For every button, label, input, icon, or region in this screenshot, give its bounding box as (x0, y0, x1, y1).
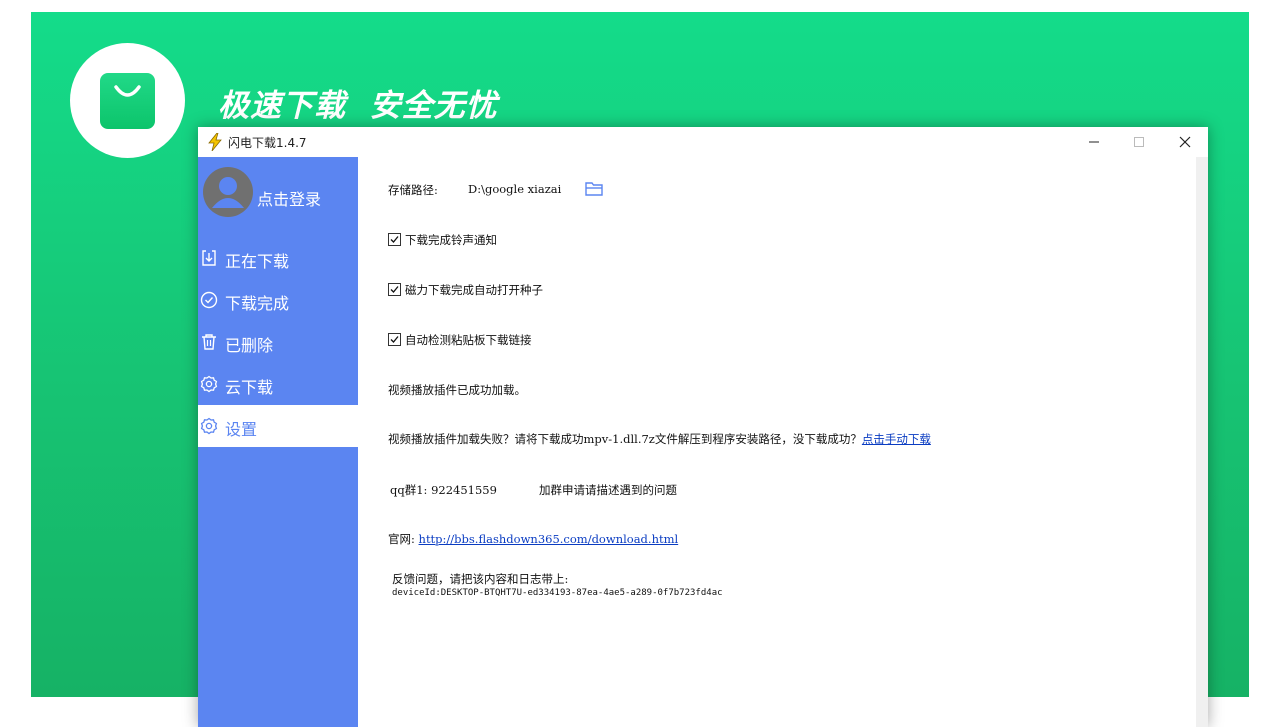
scrollbar[interactable] (1196, 157, 1208, 727)
download-icon (202, 250, 216, 266)
maximize-button[interactable] (1116, 127, 1161, 157)
slogan: 极速下载 安全无忧 (218, 80, 498, 125)
user-icon (212, 177, 244, 208)
title-bar[interactable]: 闪电下载1.4.7 (198, 127, 1208, 157)
qq-label: qq群1: (390, 483, 428, 497)
minimize-button[interactable] (1071, 127, 1116, 157)
sidebar-item-label: 设置 (225, 420, 258, 439)
plugin-status: 视频播放插件已成功加载。 (388, 383, 526, 397)
option-row[interactable]: 下载完成铃声通知 (388, 232, 497, 248)
option-label: 磁力下载完成自动打开种子 (405, 283, 543, 297)
option-row[interactable]: 自动检测粘贴板下载链接 (388, 332, 532, 348)
qq-number[interactable]: 922451559 (431, 483, 497, 497)
plugin-fail-row: 视频播放插件加载失败？请将下载成功mpv-1.dll.7z文件解压到程序安装路径… (388, 431, 931, 447)
close-button[interactable] (1162, 127, 1207, 157)
login-link[interactable]: 点击登录 (257, 186, 321, 210)
sidebar-item-label: 正在下载 (225, 252, 290, 271)
website-link[interactable]: http://bbs.flashdown365.com/download.htm… (419, 532, 679, 546)
website-row: 官网: http://bbs.flashdown365.com/download… (388, 531, 678, 547)
avatar[interactable] (203, 167, 253, 217)
sidebar-item-label: 下载完成 (225, 294, 290, 313)
folder-open-icon[interactable] (585, 181, 604, 197)
option-label: 下载完成铃声通知 (405, 233, 497, 247)
gear-icon (200, 417, 218, 435)
sidebar-item-completed[interactable]: 下载完成 (198, 279, 358, 321)
option-row[interactable]: 磁力下载完成自动打开种子 (388, 282, 543, 298)
device-id[interactable]: deviceId:DESKTOP-BTQHT7U-ed334193-87ea-4… (392, 588, 723, 598)
sidebar-item-deleted[interactable]: 已删除 (198, 321, 358, 363)
sidebar-item-label: 云下载 (225, 378, 274, 397)
checkmark-icon (390, 236, 399, 243)
app-window: 闪电下载1.4.7 点击登录 正在下载 下载完成 已删除 云下载 设置 存储路径… (198, 127, 1208, 727)
sidebar-item-cloud-download[interactable]: 云下载 (198, 363, 358, 405)
checkmark-icon (390, 336, 399, 343)
website-label: 官网: (388, 532, 415, 546)
storage-path-row: 存储路径: D:\google xiazai (388, 182, 561, 198)
option-checkbox[interactable] (388, 283, 401, 296)
option-checkbox[interactable] (388, 233, 401, 246)
slogan-part2: 安全无忧 (369, 88, 498, 124)
qq-group-row: qq群1: 922451559 加群申请请描述遇到的问题 (390, 482, 677, 498)
maximize-icon (1134, 137, 1144, 147)
close-icon (1179, 136, 1191, 148)
sidebar-item-label: 已删除 (225, 336, 274, 355)
window-title: 闪电下载1.4.7 (228, 136, 307, 150)
gear-icon (200, 375, 218, 393)
storage-path-value: D:\google xiazai (468, 182, 562, 196)
qq-note: 加群申请请描述遇到的问题 (539, 483, 677, 497)
sidebar: 点击登录 正在下载 下载完成 已删除 云下载 设置 (198, 157, 358, 727)
lightning-icon (208, 133, 222, 151)
option-checkbox[interactable] (388, 333, 401, 346)
manual-download-link[interactable]: 点击手动下载 (862, 432, 931, 446)
storage-path-label: 存储路径: (388, 183, 438, 197)
check-circle-icon (200, 291, 218, 309)
option-label: 自动检测粘贴板下载链接 (405, 333, 532, 347)
slogan-part1: 极速下载 (218, 88, 346, 124)
checkmark-icon (390, 286, 399, 293)
settings-panel: 存储路径: D:\google xiazai 下载完成铃声通知 磁力下载完成自动… (358, 157, 1196, 727)
minimize-icon (1089, 141, 1099, 143)
feedback-title: 反馈问题，请把该内容和日志带上: (392, 572, 569, 586)
sidebar-item-downloading[interactable]: 正在下载 (198, 237, 358, 279)
plugin-fail-text: 视频播放插件加载失败？请将下载成功mpv-1.dll.7z文件解压到程序安装路径… (388, 432, 862, 446)
trash-icon (202, 334, 216, 350)
sidebar-item-settings[interactable]: 设置 (198, 405, 358, 447)
shopping-bag-icon (100, 73, 155, 129)
